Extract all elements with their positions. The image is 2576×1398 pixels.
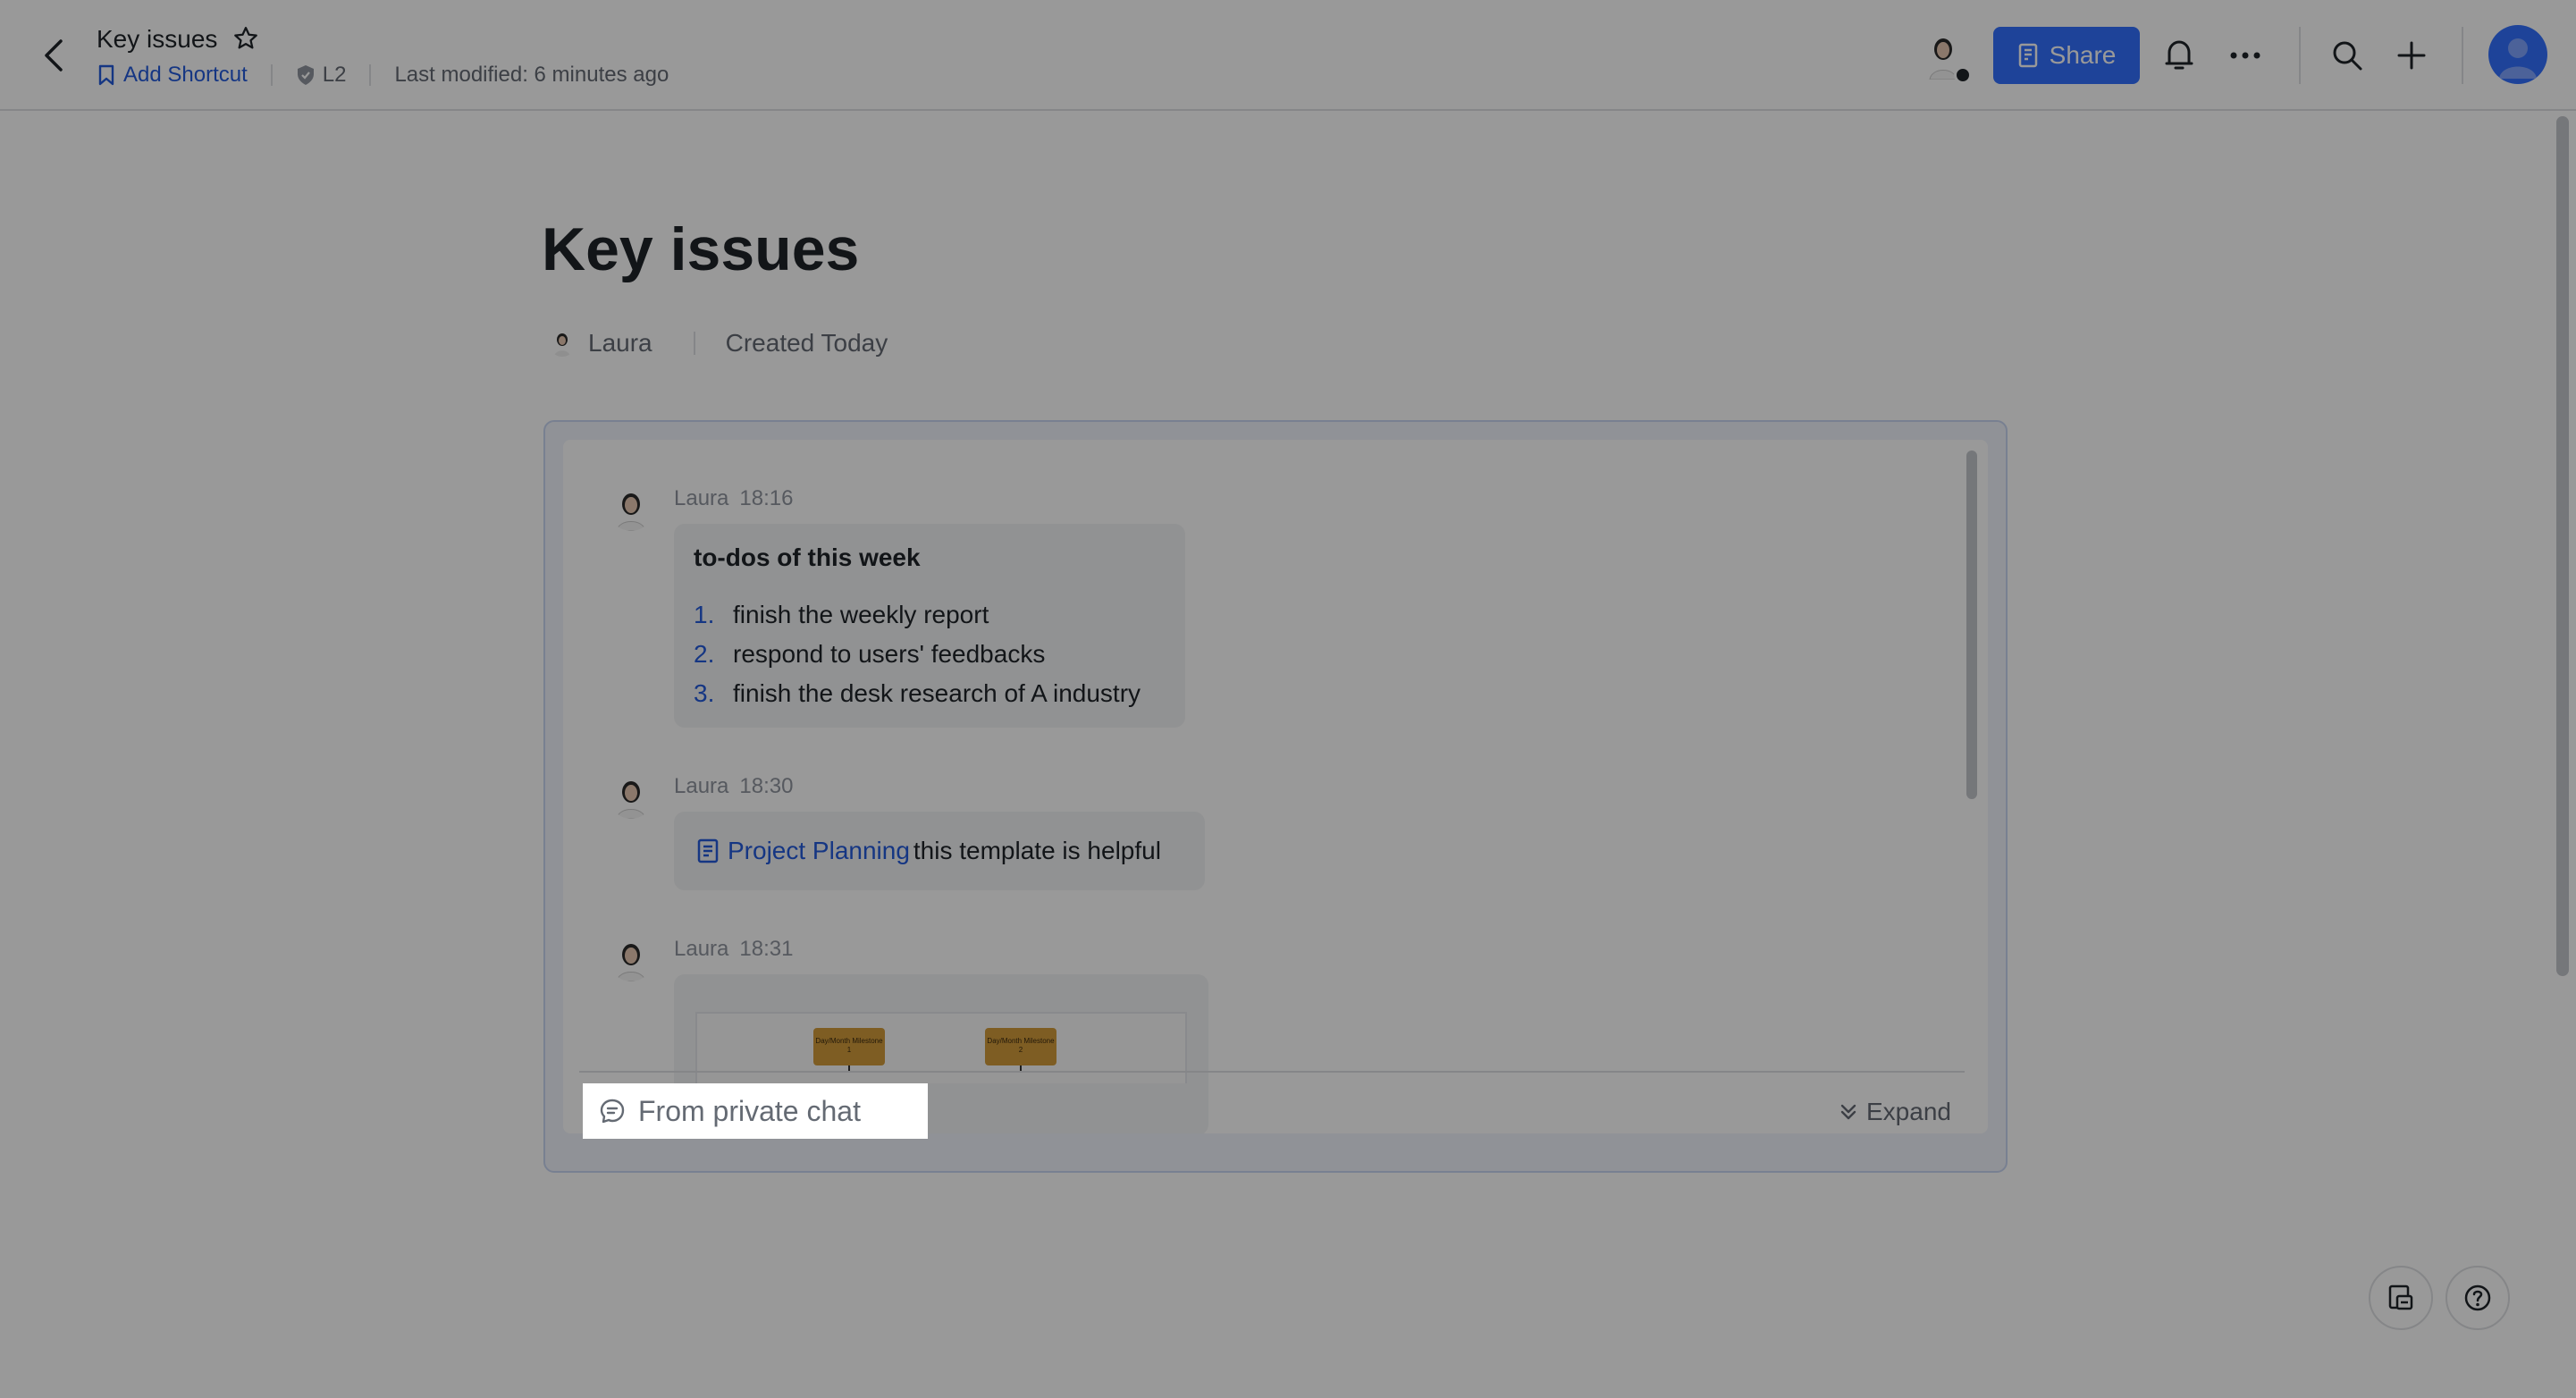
- security-level-label: L2: [322, 63, 347, 87]
- more-icon[interactable]: [2226, 36, 2265, 75]
- milestone-box: Day/Month Milestone 1: [813, 1028, 885, 1065]
- security-level[interactable]: L2: [296, 63, 347, 88]
- app-window: Key issues Add Shortcut L2 Last modified…: [0, 0, 2576, 1398]
- message-time: 18:31: [739, 937, 794, 961]
- page-scrollbar[interactable]: [2556, 116, 2569, 976]
- todo-text: finish the desk research of A industry: [733, 679, 1141, 707]
- document-icon: [697, 838, 719, 863]
- chat-embed-card: Laura 18:16 to-dos of this week 1. finish …: [543, 420, 2008, 1173]
- share-button[interactable]: Share: [1993, 27, 2140, 84]
- building-icon: [2018, 43, 2037, 68]
- bell-icon[interactable]: [2159, 36, 2199, 75]
- chat-scrollbar[interactable]: [1966, 451, 1977, 799]
- share-label: Share: [2049, 41, 2117, 69]
- author-row: Laura Created Today: [549, 325, 888, 361]
- divider: [2299, 27, 2301, 84]
- todo-text: respond to users' feedbacks: [733, 640, 1046, 668]
- doc-meta-row: Add Shortcut L2 Last modified: 6 minutes…: [97, 61, 669, 89]
- expand-button[interactable]: Expand: [1838, 1094, 1951, 1130]
- chat-messages-area[interactable]: Laura 18:16 to-dos of this week 1. finish …: [563, 440, 1988, 1133]
- search-icon[interactable]: [2328, 36, 2367, 75]
- expand-label: Expand: [1866, 1098, 1951, 1125]
- sender-name: Laura: [674, 486, 729, 510]
- author-name[interactable]: Laura: [588, 329, 652, 358]
- sender-avatar: [610, 776, 652, 819]
- divider: [2462, 27, 2463, 84]
- user-avatar[interactable]: [2488, 25, 2547, 84]
- message-meta: Laura 18:30: [674, 774, 804, 799]
- card-divider: [579, 1071, 1965, 1073]
- help-icon: [2464, 1284, 2491, 1311]
- divider: [693, 332, 695, 355]
- chevron-left-icon: [45, 39, 63, 72]
- back-button[interactable]: [36, 36, 72, 75]
- todo-number: 1.: [694, 601, 715, 628]
- message-meta: Laura 18:31: [674, 937, 804, 962]
- source-label: From private chat: [638, 1094, 861, 1127]
- todo-item: 2. respond to users' feedbacks: [694, 635, 1166, 674]
- document-info-icon: [2388, 1284, 2413, 1310]
- shield-icon: [297, 65, 314, 85]
- sender-name: Laura: [674, 774, 729, 798]
- author-avatar: [549, 330, 576, 357]
- help-button[interactable]: [2446, 1266, 2510, 1330]
- todo-item: 3. finish the desk research of A industry: [694, 674, 1166, 713]
- todo-number: 3.: [694, 679, 715, 707]
- todo-item: 1. finish the weekly report: [694, 595, 1166, 635]
- chat-bubble-icon: [600, 1099, 625, 1124]
- message-bubble[interactable]: to-dos of this week 1. finish the weekly …: [674, 524, 1185, 728]
- from-private-chat-label[interactable]: From private chat: [583, 1083, 928, 1139]
- last-modified: Last modified: 6 minutes ago: [394, 63, 669, 87]
- image-preview[interactable]: Day/Month Milestone 1 Day/Month Mileston…: [695, 1012, 1187, 1083]
- chevron-double-down-icon: [1840, 1104, 1856, 1120]
- sender-name: Laura: [674, 937, 729, 961]
- top-header: Key issues Add Shortcut L2 Last modified…: [0, 0, 2576, 111]
- doc-title: Key issues: [97, 25, 218, 53]
- doc-link-row: Project Planning this template is helpfu…: [674, 812, 1205, 890]
- star-icon[interactable]: [232, 25, 261, 54]
- doc-info-button[interactable]: [2369, 1266, 2433, 1330]
- status-dot: [1954, 66, 1972, 84]
- message-time: 18:30: [739, 774, 794, 798]
- created-date: Created Today: [725, 329, 888, 357]
- add-shortcut-button[interactable]: Add Shortcut: [97, 63, 248, 88]
- todo-title: to-dos of this week: [694, 543, 921, 571]
- message-text: this template is helpful: [913, 837, 1161, 864]
- add-shortcut-label: Add Shortcut: [123, 63, 248, 87]
- message-bubble[interactable]: Project Planning this template is helpfu…: [674, 812, 1205, 890]
- page-title: Key issues: [542, 215, 860, 283]
- sender-avatar: [610, 939, 652, 981]
- todo-number: 2.: [694, 640, 715, 668]
- project-planning-link[interactable]: Project Planning: [728, 837, 910, 865]
- sender-avatar: [610, 488, 652, 531]
- message-meta: Laura 18:16: [674, 486, 804, 511]
- divider: [270, 64, 273, 86]
- bookmark-icon: [98, 64, 114, 86]
- divider: [369, 64, 372, 86]
- milestone-box: Day/Month Milestone 2: [985, 1028, 1056, 1065]
- plus-icon[interactable]: [2392, 36, 2431, 75]
- todo-text: finish the weekly report: [733, 601, 989, 628]
- message-time: 18:16: [739, 486, 794, 510]
